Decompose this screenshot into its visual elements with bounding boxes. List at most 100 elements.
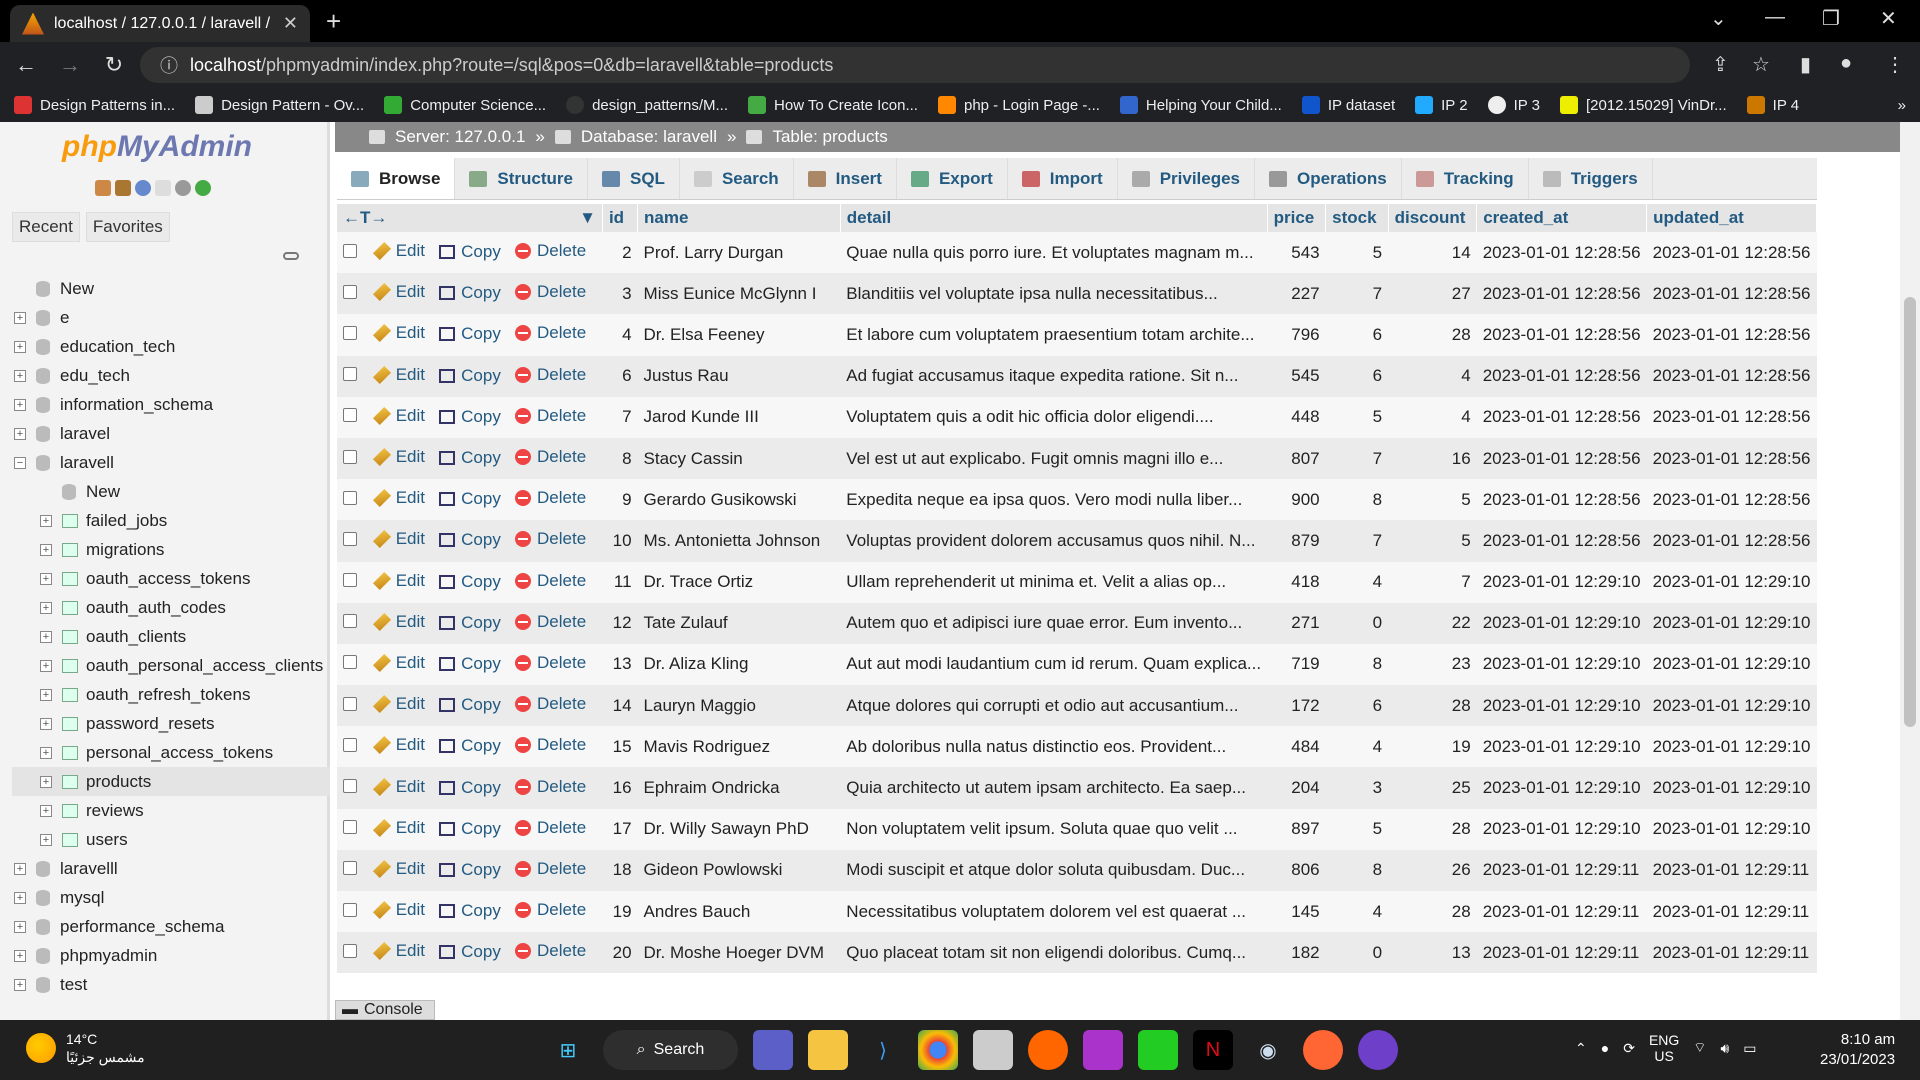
column-header-discount[interactable]: discount [1388,204,1478,232]
copy-link[interactable]: Copy [439,407,501,427]
copy-link[interactable]: Copy [439,860,501,880]
cell-created-at[interactable]: 2023-01-01 12:29:10 [1476,767,1647,809]
edit-link[interactable]: Edit [372,488,425,508]
expand-icon[interactable]: + [14,978,26,991]
cell-created-at[interactable]: 2023-01-01 12:28:56 [1476,355,1647,397]
copy-link[interactable]: Copy [439,530,501,550]
cell-created-at[interactable]: 2023-01-01 12:29:11 [1476,849,1647,891]
bookmark-item[interactable]: Design Pattern - Ov... [195,96,364,114]
tree-table-item[interactable]: + password_resets [12,709,330,738]
edit-link[interactable]: Edit [372,447,425,467]
cell-updated-at[interactable]: 2023-01-01 12:29:11 [1646,849,1817,891]
cell-price[interactable]: 182 [1267,932,1326,974]
tree-database-item[interactable]: + laravelll [12,854,330,883]
tree-table-item[interactable]: + oauth_personal_access_clients [12,651,330,680]
cell-detail[interactable]: Vel est ut aut explicabo. Fugit omnis ma… [840,437,1268,480]
cell-stock[interactable]: 6 [1325,355,1389,397]
edit-link[interactable]: Edit [372,859,425,879]
cell-stock[interactable]: 0 [1325,932,1389,974]
expand-icon[interactable]: + [40,572,52,585]
cell-discount[interactable]: 22 [1388,602,1477,644]
cell-updated-at[interactable]: 2023-01-01 12:29:10 [1646,685,1817,727]
cell-discount[interactable]: 28 [1388,685,1477,727]
bookmark-item[interactable]: Computer Science... [384,96,546,114]
cell-name[interactable]: Jarod Kunde III [637,396,841,438]
cell-id[interactable]: 17 [602,808,638,850]
language-indicator[interactable]: ENG US [1649,1032,1679,1064]
row-checkbox[interactable] [343,408,357,423]
steam-icon[interactable]: ◉ [1248,1030,1288,1070]
cell-name[interactable]: Gideon Powlowski [637,849,841,891]
edit-link[interactable]: Edit [372,735,425,755]
column-arrows-header[interactable]: ←T→ ▼ [337,204,603,232]
cell-updated-at[interactable]: 2023-01-01 12:29:10 [1646,561,1817,603]
cell-updated-at[interactable]: 2023-01-01 12:29:10 [1646,726,1817,768]
cell-discount[interactable]: 28 [1388,891,1477,933]
reload-navigation-icon[interactable] [195,180,211,196]
bookmark-item[interactable]: IP 4 [1746,96,1799,114]
cell-detail[interactable]: Ad fugiat accusamus itaque expedita rati… [840,355,1268,397]
cell-created-at[interactable]: 2023-01-01 12:29:10 [1476,726,1647,768]
cell-price[interactable]: 448 [1267,396,1326,438]
expand-icon[interactable]: + [14,340,26,353]
forward-icon[interactable]: → [52,52,88,78]
cell-price[interactable]: 807 [1267,437,1326,480]
cell-name[interactable]: Lauryn Maggio [637,685,841,727]
cell-discount[interactable]: 23 [1388,643,1477,686]
cell-discount[interactable]: 27 [1388,273,1477,315]
tree-table-item[interactable]: + oauth_clients [12,622,330,651]
cell-name[interactable]: Dr. Willy Sawayn PhD [637,808,841,850]
cell-id[interactable]: 4 [602,314,638,356]
bookmark-item[interactable]: IP 2 [1415,96,1468,114]
cell-stock[interactable]: 4 [1325,561,1389,603]
cell-updated-at[interactable]: 2023-01-01 12:28:56 [1646,479,1817,521]
cell-name[interactable]: Tate Zulauf [637,602,841,644]
copy-link[interactable]: Copy [439,901,501,921]
cell-created-at[interactable]: 2023-01-01 12:29:10 [1476,602,1647,644]
expand-icon[interactable]: + [40,659,52,672]
expand-icon[interactable]: + [40,775,52,788]
menu-kebab-icon[interactable]: ⋮ [1885,52,1905,77]
row-checkbox[interactable] [343,943,357,958]
delete-link[interactable]: Delete [515,241,586,261]
tree-database-item[interactable]: + laravel [12,419,330,448]
copy-link[interactable]: Copy [439,366,501,386]
cell-id[interactable]: 8 [602,437,638,480]
tab-triggers[interactable]: Triggers [1529,158,1653,199]
tree-table-item[interactable]: + oauth_auth_codes [12,593,330,622]
tab-import[interactable]: Import [1008,158,1118,199]
tree-database-item[interactable]: + test [12,970,330,999]
bookmark-item[interactable]: [2012.15029] VinDr... [1559,96,1727,114]
cell-created-at[interactable]: 2023-01-01 12:29:10 [1476,643,1647,686]
cell-id[interactable]: 9 [602,479,638,521]
expand-icon[interactable]: + [40,688,52,701]
tab-sql[interactable]: SQL [588,158,680,199]
cell-price[interactable]: 418 [1267,561,1326,603]
cell-name[interactable]: Mavis Rodriguez [637,726,841,768]
delete-link[interactable]: Delete [515,859,586,879]
tree-table-item[interactable]: + oauth_access_tokens [12,564,330,593]
cell-name[interactable]: Dr. Aliza Kling [637,643,841,686]
column-header-name[interactable]: name [637,204,841,232]
copy-link[interactable]: Copy [439,778,501,798]
cell-discount[interactable]: 13 [1388,932,1477,974]
cell-detail[interactable]: Quo placeat totam sit non eligendi dolor… [840,932,1268,974]
cell-price[interactable]: 145 [1267,891,1326,933]
firefox-icon[interactable] [1028,1030,1068,1070]
expand-icon[interactable]: + [40,804,52,817]
edit-link[interactable]: Edit [372,694,425,714]
cell-id[interactable]: 20 [602,932,638,974]
row-checkbox[interactable] [343,779,357,794]
cell-created-at[interactable]: 2023-01-01 12:28:56 [1476,520,1647,562]
cell-price[interactable]: 806 [1267,849,1326,891]
cell-discount[interactable]: 7 [1388,561,1477,603]
cell-stock[interactable]: 4 [1325,726,1389,768]
cell-discount[interactable]: 4 [1388,396,1477,438]
phpstorm-icon[interactable] [1083,1030,1123,1070]
tree-new-item[interactable]: New [12,477,330,506]
battery-icon[interactable]: ▭ [1743,1040,1756,1057]
cell-stock[interactable]: 5 [1325,808,1389,850]
cell-detail[interactable]: Blanditiis vel voluptate ipsa nulla nece… [840,273,1268,315]
copy-link[interactable]: Copy [439,283,501,303]
cell-stock[interactable]: 5 [1325,232,1389,274]
